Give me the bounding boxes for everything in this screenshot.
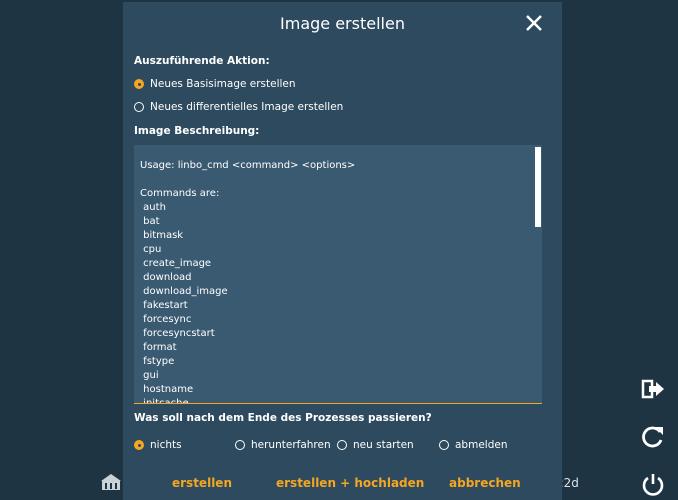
after-option-restart[interactable]: neu starten — [337, 439, 414, 451]
radio-selected[interactable] — [134, 79, 144, 89]
after-process-label: Was soll nach dem Ende des Prozesses pas… — [134, 412, 432, 424]
description-label: Image Beschreibung: — [134, 125, 260, 137]
radio-unselected[interactable] — [439, 440, 449, 450]
radio-selected[interactable] — [134, 440, 144, 450]
description-text: Usage: linbo_cmd <command> <options> Com… — [140, 160, 356, 404]
cancel-button[interactable]: abbrechen — [449, 476, 521, 490]
power-icon[interactable] — [640, 471, 666, 497]
after-option-shutdown[interactable]: herunterfahren — [235, 439, 331, 451]
after-option-label: abmelden — [455, 439, 508, 451]
dialog-title: Image erstellen — [280, 14, 405, 33]
after-option-label: nichts — [150, 439, 182, 451]
after-option-label: neu starten — [353, 439, 414, 451]
action-label: Auszuführende Aktion: — [134, 55, 270, 67]
action-option-differential-image[interactable]: Neues differentielles Image erstellen — [134, 101, 343, 113]
logout-icon[interactable] — [640, 376, 666, 402]
create-upload-button[interactable]: erstellen + hochladen — [276, 476, 424, 490]
description-textarea[interactable]: Usage: linbo_cmd <command> <options> Com… — [134, 145, 542, 404]
after-option-label: herunterfahren — [251, 439, 331, 451]
radio-unselected[interactable] — [235, 440, 245, 450]
network-icon — [101, 474, 121, 490]
after-option-nothing[interactable]: nichts — [134, 439, 182, 451]
after-option-logout[interactable]: abmelden — [439, 439, 508, 451]
scrollbar-thumb[interactable] — [535, 147, 541, 227]
action-option-label: Neues Basisimage erstellen — [150, 78, 296, 90]
refresh-icon[interactable] — [640, 424, 666, 450]
radio-unselected[interactable] — [134, 102, 144, 112]
action-option-base-image[interactable]: Neues Basisimage erstellen — [134, 78, 296, 90]
create-button[interactable]: erstellen — [172, 476, 232, 490]
action-option-label: Neues differentielles Image erstellen — [150, 101, 344, 113]
radio-unselected[interactable] — [337, 440, 347, 450]
create-image-dialog: Image erstellen Auszuführende Aktion: Ne… — [123, 2, 562, 500]
close-icon[interactable] — [524, 13, 544, 33]
